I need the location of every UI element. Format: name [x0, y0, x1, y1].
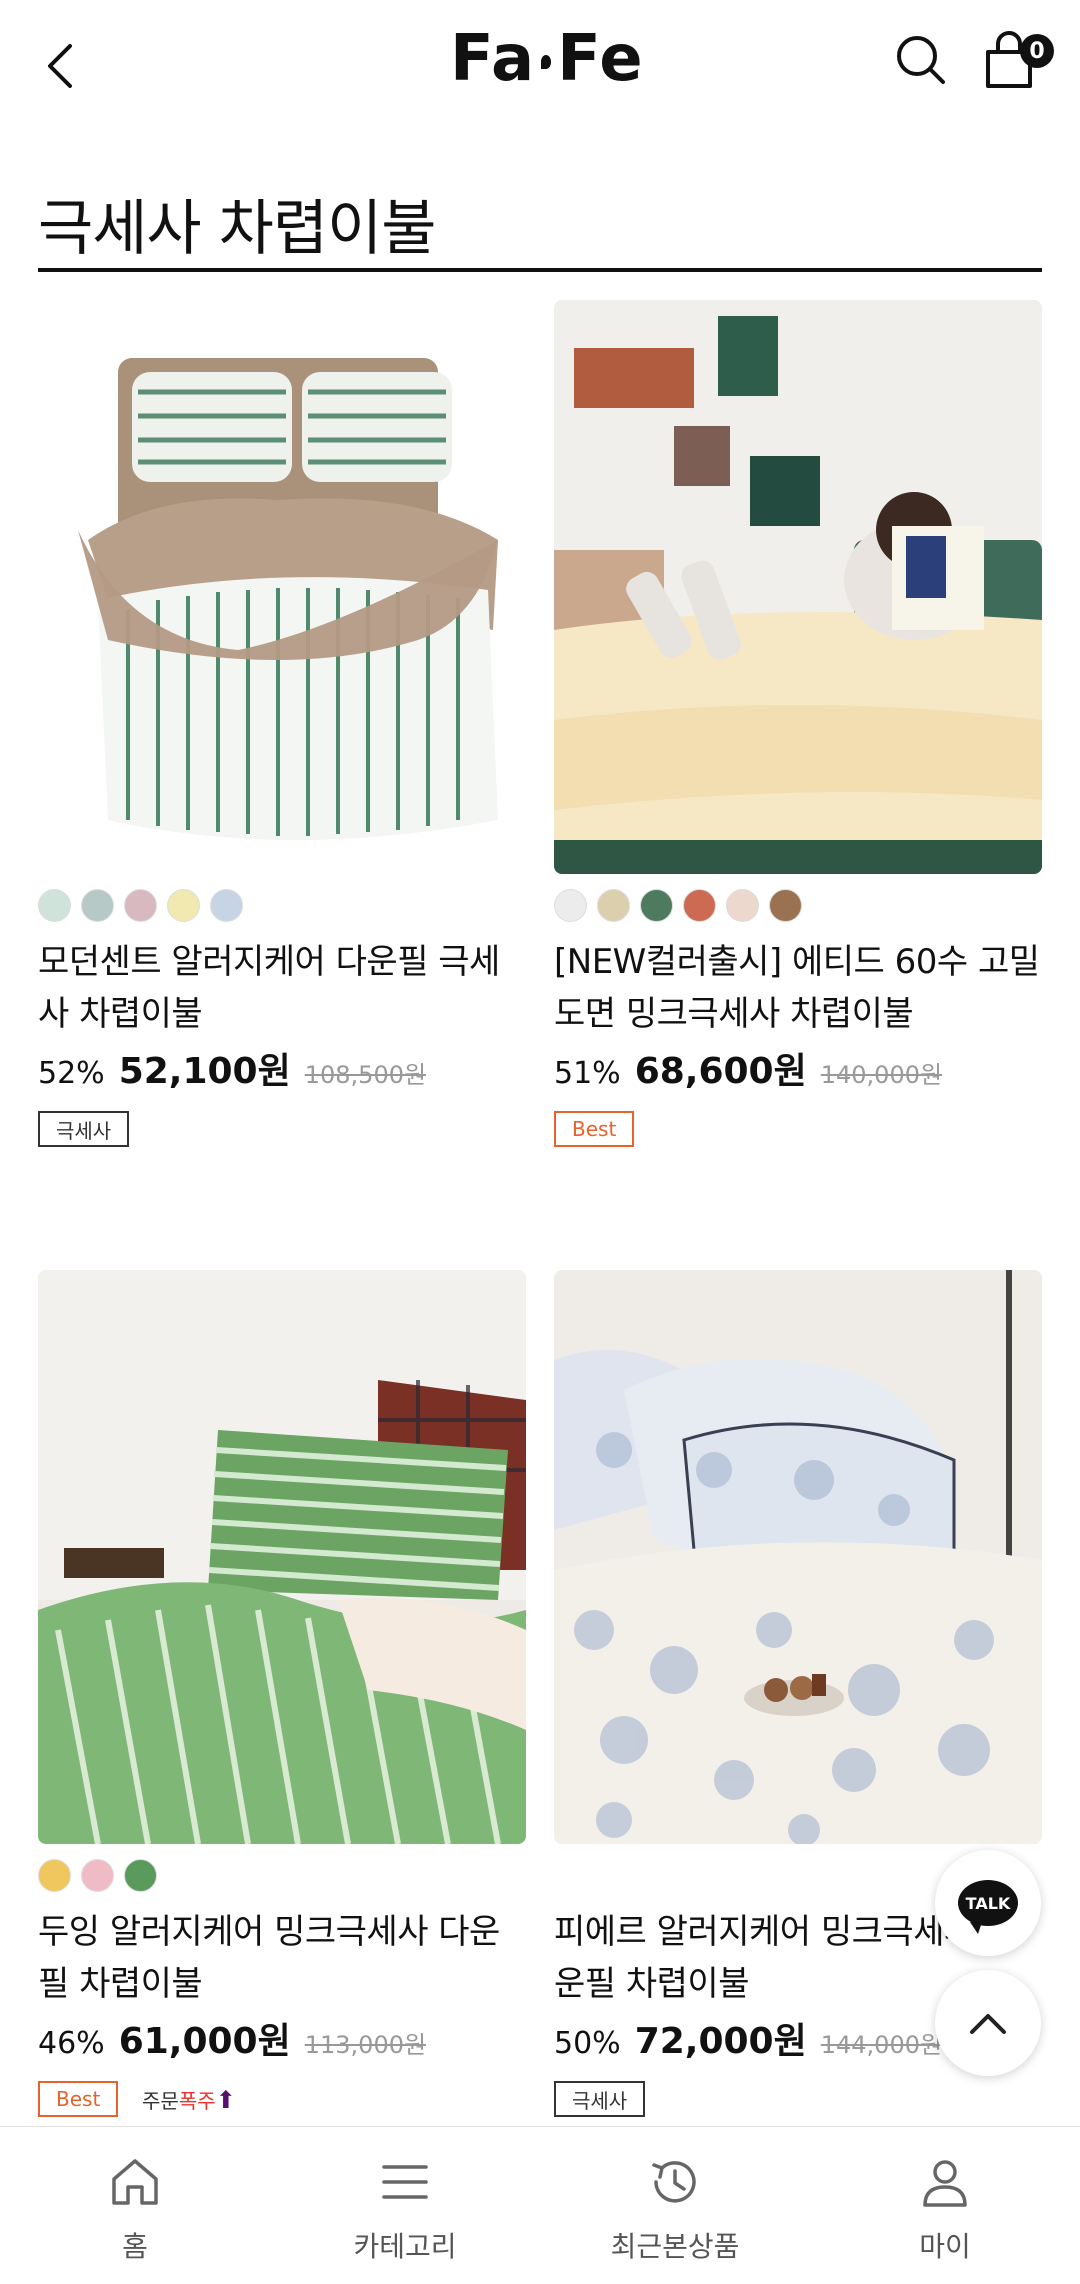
color-swatch[interactable] — [769, 889, 802, 922]
title-divider — [38, 268, 1042, 272]
price-row: 46% 61,000원 113,000원 — [38, 2012, 426, 2064]
color-swatch[interactable] — [683, 889, 716, 922]
talk-bubble-icon: TALK — [958, 1880, 1018, 1934]
color-swatches — [554, 889, 802, 922]
nav-item-recent[interactable]: 최근본상품 — [540, 2127, 810, 2284]
color-swatch[interactable] — [210, 889, 243, 922]
nav-label: 마이 — [919, 2230, 971, 2263]
history-icon — [652, 2161, 696, 2203]
color-swatch[interactable] — [38, 889, 71, 922]
bottom-navigation: 홈 카테고리 최근본상품 마이 — [0, 2126, 1080, 2284]
nav-label: 홈 — [122, 2230, 148, 2263]
product-image[interactable] — [554, 300, 1042, 874]
sale-price: 72,000원 — [634, 2021, 807, 2062]
search-button[interactable] — [893, 32, 949, 88]
price-row: 50% 72,000원 144,000원 — [554, 2012, 942, 2064]
app-header: Fa Fe 0 — [0, 0, 1080, 130]
color-swatch[interactable] — [38, 1859, 71, 1892]
user-icon — [923, 2160, 967, 2207]
product-image[interactable] — [554, 1270, 1042, 1844]
product-tag: 극세사 — [38, 1111, 130, 1147]
nav-item-home[interactable]: 홈 — [0, 2127, 270, 2284]
page-title: 극세사 차렵이불 — [38, 194, 436, 264]
back-button[interactable] — [38, 38, 88, 94]
nav-label: 카테고리 — [353, 2230, 457, 2263]
hot-badge-word: 폭주 — [178, 2089, 216, 2113]
brand-logo[interactable]: Fa Fe — [450, 22, 644, 96]
nav-item-my[interactable]: 마이 — [810, 2127, 1080, 2284]
color-swatches — [38, 889, 243, 922]
nav-item-category[interactable]: 카테고리 — [270, 2127, 540, 2284]
product-card[interactable]: [NEW컬러출시] 에티드 60수 고밀도면 밍크극세사 차렵이불 51% 68… — [554, 300, 1042, 1160]
brand-logo-right: Fe — [557, 22, 644, 96]
search-icon — [897, 36, 945, 84]
discount-rate: 46% — [38, 2026, 105, 2061]
arrow-up-icon: ⬆ — [215, 2086, 236, 2114]
color-swatch[interactable] — [554, 889, 587, 922]
discount-rate: 50% — [554, 2026, 621, 2061]
chevron-up-icon — [970, 2014, 1006, 2034]
hot-badge-prefix: 주문 — [142, 2089, 179, 2113]
sale-price: 52,100원 — [118, 1051, 291, 1092]
original-price: 108,500원 — [304, 1061, 427, 1089]
color-swatch[interactable] — [81, 1859, 114, 1892]
color-swatch[interactable] — [167, 889, 200, 922]
home-icon — [112, 2159, 158, 2205]
product-name[interactable]: 모던센트 알러지케어 다운필 극세사 차렵이불 — [38, 936, 526, 1040]
kakao-talk-button[interactable]: TALK — [935, 1850, 1041, 1956]
color-swatch[interactable] — [124, 1859, 157, 1892]
talk-label: TALK — [965, 1893, 1011, 1913]
product-name[interactable]: [NEW컬러출시] 에티드 60수 고밀도면 밍크극세사 차렵이불 — [554, 936, 1042, 1040]
color-swatch[interactable] — [726, 889, 759, 922]
product-image[interactable] — [38, 300, 526, 874]
best-tag: Best — [38, 2081, 119, 2117]
menu-icon — [382, 2165, 428, 2199]
hot-badge: 주문폭주⬆ — [142, 2085, 236, 2114]
color-swatch[interactable] — [597, 889, 630, 922]
original-price: 144,000원 — [820, 2031, 943, 2059]
product-card[interactable]: 두잉 알러지케어 밍크극세사 다운필 차렵이불 46% 61,000원 113,… — [38, 1270, 526, 2126]
color-swatch[interactable] — [124, 889, 157, 922]
nav-label: 최근본상품 — [610, 2230, 740, 2263]
discount-rate: 51% — [554, 1056, 621, 1091]
product-card[interactable]: 모던센트 알러지케어 다운필 극세사 차렵이불 52% 52,100원 108,… — [38, 300, 526, 1160]
scroll-top-button[interactable] — [935, 1970, 1041, 2076]
cart-count-badge: 0 — [1020, 34, 1054, 68]
discount-rate: 52% — [38, 1056, 105, 1091]
color-swatches — [38, 1859, 157, 1892]
price-row: 52% 52,100원 108,500원 — [38, 1042, 426, 1094]
sale-price: 61,000원 — [118, 2021, 291, 2062]
original-price: 140,000원 — [820, 1061, 943, 1089]
best-tag: Best — [554, 1111, 635, 1147]
original-price: 113,000원 — [304, 2031, 427, 2059]
product-name[interactable]: 두잉 알러지케어 밍크극세사 다운필 차렵이불 — [38, 1906, 526, 2010]
color-swatch[interactable] — [81, 889, 114, 922]
brand-logo-left: Fa — [450, 22, 536, 96]
product-image[interactable] — [38, 1270, 526, 1844]
color-swatch[interactable] — [640, 889, 673, 922]
sale-price: 68,600원 — [634, 1051, 807, 1092]
logo-dot-icon — [541, 55, 552, 70]
chevron-left-icon — [48, 44, 72, 88]
price-row: 51% 68,600원 140,000원 — [554, 1042, 942, 1094]
product-tag: 극세사 — [554, 2081, 646, 2117]
